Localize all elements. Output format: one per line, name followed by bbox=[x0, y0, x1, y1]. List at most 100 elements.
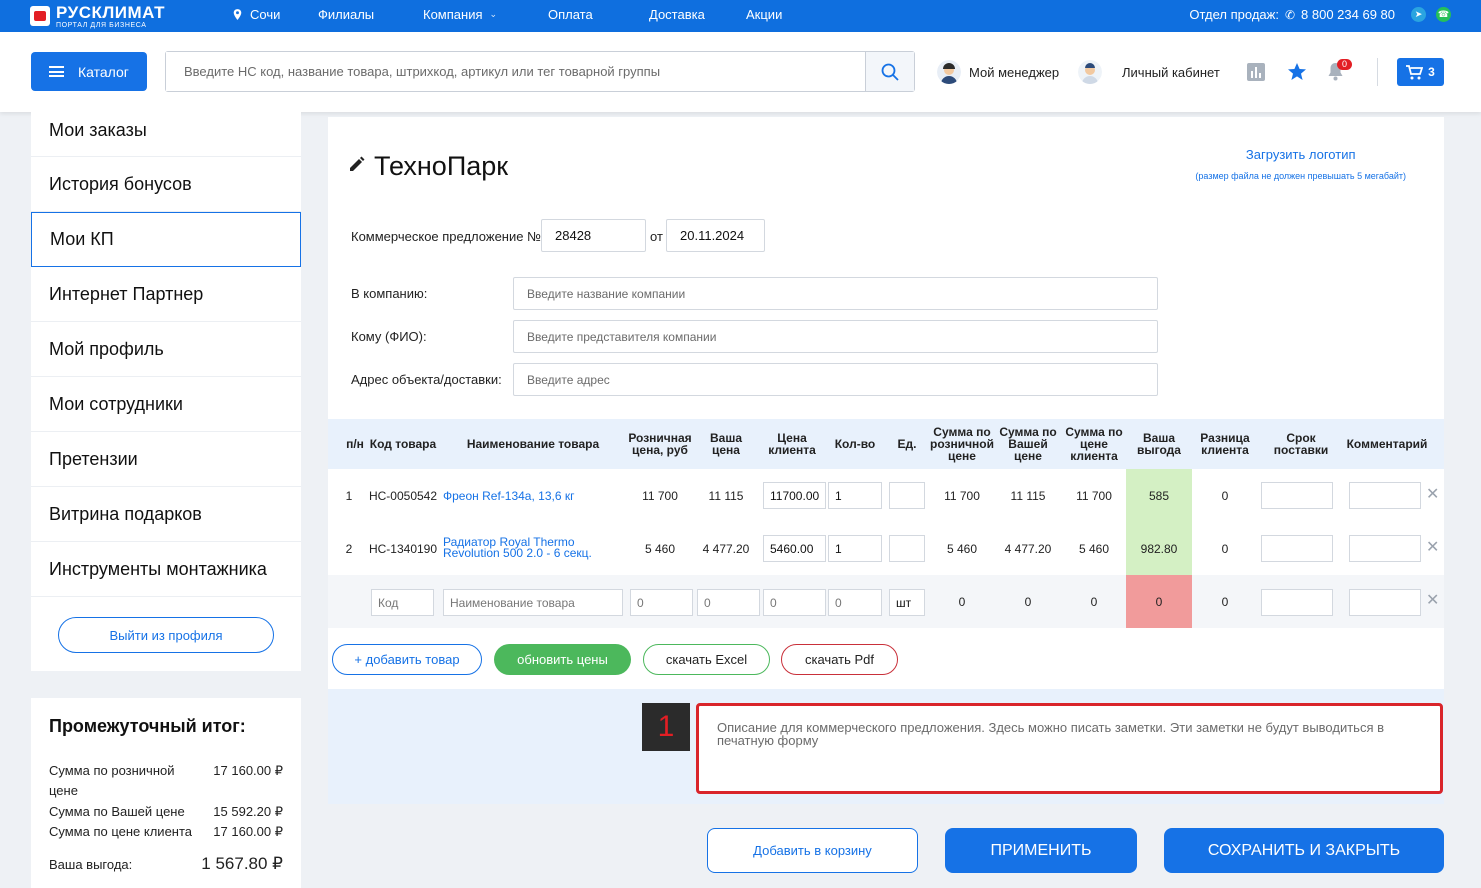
sidebar-item-profile[interactable]: Мой профиль bbox=[31, 322, 301, 377]
update-prices-button[interactable]: обновить цены bbox=[494, 644, 631, 675]
sidebar-item-my-kp[interactable]: Мои КП bbox=[31, 212, 301, 267]
unit-input[interactable] bbox=[889, 535, 925, 562]
search-icon bbox=[881, 63, 899, 81]
sidebar-item-claims[interactable]: Претензии bbox=[31, 432, 301, 487]
quantity-input[interactable]: 1 bbox=[828, 535, 882, 562]
table-row: 1 НС-0050542 Фреон Ref-134a, 13,6 кг 11 … bbox=[328, 469, 1444, 522]
new-your-price-input[interactable]: 0 bbox=[697, 589, 760, 616]
nav-promotions[interactable]: Акции bbox=[746, 7, 782, 22]
telegram-icon[interactable]: ➤ bbox=[1411, 7, 1426, 22]
note-section: 1 Описание для коммерческого предложения… bbox=[328, 689, 1444, 804]
client-price-input[interactable]: 11700.00 bbox=[763, 482, 826, 509]
col-diff: Разница клиента bbox=[1200, 431, 1250, 457]
comment-input[interactable] bbox=[1349, 535, 1421, 562]
unit-input[interactable] bbox=[889, 482, 925, 509]
brand-name: РУСКЛИМАТ bbox=[56, 2, 165, 22]
brand-logo[interactable]: РУСКЛИМАТ ПОРТАЛ ДЛЯ БИЗНЕСА bbox=[30, 3, 165, 29]
remove-row-icon[interactable]: ✕ bbox=[1426, 537, 1439, 557]
offer-date-field[interactable]: 20.11.2024 bbox=[666, 219, 765, 252]
row-product-link[interactable]: Фреон Ref-134a, 13,6 кг bbox=[443, 489, 574, 503]
compare-icon[interactable] bbox=[1247, 63, 1265, 86]
client-sum-value: 17 160.00 ₽ bbox=[213, 824, 283, 839]
my-manager-link[interactable]: Мой менеджер bbox=[937, 60, 1059, 84]
nav-delivery[interactable]: Доставка bbox=[649, 7, 705, 22]
catalog-label: Каталог bbox=[78, 63, 129, 80]
clear-row-icon[interactable]: ✕ bbox=[1426, 590, 1439, 610]
nav-company-label: Компания bbox=[423, 7, 483, 22]
commercial-offer-panel: ТехноПарк Загрузить логотип (размер файл… bbox=[328, 117, 1444, 804]
new-name-input[interactable]: Наименование товара bbox=[443, 589, 623, 616]
nav-payment[interactable]: Оплата bbox=[548, 7, 593, 22]
cart-count: 3 bbox=[1428, 65, 1435, 79]
personal-account-link[interactable]: Личный кабинет bbox=[1078, 60, 1220, 84]
save-and-close-button[interactable]: СОХРАНИТЬ И ЗАКРЫТЬ bbox=[1164, 828, 1444, 873]
row-retail: 5 460 bbox=[644, 542, 676, 556]
search-input[interactable] bbox=[166, 52, 865, 91]
comment-input[interactable] bbox=[1349, 482, 1421, 509]
new-code-input[interactable]: Код bbox=[371, 589, 434, 616]
step-badge: 1 bbox=[642, 703, 690, 751]
account-label: Личный кабинет bbox=[1122, 64, 1220, 80]
offer-number-field[interactable]: 28428 bbox=[541, 219, 646, 252]
new-retail-input[interactable]: 0 bbox=[630, 589, 693, 616]
sidebar-item-gift-showcase[interactable]: Витрина подарков bbox=[31, 487, 301, 542]
sidebar-item-internet-partner[interactable]: Интернет Партнер bbox=[31, 267, 301, 322]
row-retail: 11 700 bbox=[642, 489, 678, 503]
your-sum-value: 15 592.20 ₽ bbox=[213, 804, 283, 819]
favorites-star-icon[interactable] bbox=[1287, 62, 1307, 87]
row-your-price: 4 477.20 bbox=[702, 542, 750, 556]
pencil-icon[interactable] bbox=[348, 155, 366, 173]
account-sidebar: Мои заказы История бонусов Мои КП Интерн… bbox=[31, 112, 301, 671]
search-box bbox=[165, 51, 915, 92]
sidebar-item-orders[interactable]: Мои заказы bbox=[31, 112, 301, 157]
nav-company[interactable]: Компания ⌄ bbox=[423, 7, 497, 22]
new-comment-input[interactable] bbox=[1349, 589, 1421, 616]
add-to-cart-button[interactable]: Добавить в корзину bbox=[707, 828, 918, 873]
new-unit-input[interactable]: шт bbox=[889, 589, 925, 616]
cart-button[interactable]: 3 bbox=[1397, 58, 1444, 86]
delivery-input[interactable] bbox=[1261, 535, 1333, 562]
col-sum-retail: Сумма по розничной цене bbox=[929, 425, 995, 463]
add-product-button[interactable]: + добавить товар bbox=[332, 644, 482, 675]
apply-button[interactable]: ПРИМЕНИТЬ bbox=[945, 828, 1137, 873]
company-label: В компанию: bbox=[351, 286, 428, 301]
client-price-input[interactable]: 5460.00 bbox=[763, 535, 826, 562]
new-quantity-input[interactable]: 0 bbox=[828, 589, 882, 616]
address-input[interactable]: Введите адрес bbox=[513, 363, 1158, 396]
download-pdf-button[interactable]: скачать Pdf bbox=[781, 644, 898, 675]
row-sum-client: 5 460 bbox=[1078, 542, 1110, 556]
sales-phone[interactable]: 8 800 234 69 80 bbox=[1301, 7, 1395, 22]
remove-row-icon[interactable]: ✕ bbox=[1426, 484, 1439, 504]
upload-logo-link[interactable]: Загрузить логотип bbox=[1195, 147, 1406, 162]
search-button[interactable] bbox=[865, 52, 914, 91]
nav-branches[interactable]: Филиалы bbox=[318, 7, 374, 22]
download-excel-button[interactable]: скачать Excel bbox=[643, 644, 770, 675]
whatsapp-icon[interactable]: ☎ bbox=[1436, 7, 1451, 22]
sidebar-item-bonus-history[interactable]: История бонусов bbox=[31, 157, 301, 212]
retail-sum-label: Сумма по розничной bbox=[49, 763, 175, 778]
your-sum-label: Сумма по Вашей цене bbox=[49, 804, 185, 819]
offer-description-textarea[interactable]: Описание для коммерческого предложения. … bbox=[696, 703, 1443, 794]
upload-logo[interactable]: Загрузить логотип (размер файла не долже… bbox=[1195, 147, 1406, 181]
quantity-input[interactable]: 1 bbox=[828, 482, 882, 509]
brand-subtitle: ПОРТАЛ ДЛЯ БИЗНЕСА bbox=[56, 21, 147, 29]
delivery-input[interactable] bbox=[1261, 482, 1333, 509]
row-product-link[interactable]: Радиатор Royal Thermo Revolution 500 2.0 … bbox=[443, 536, 592, 559]
city-selector[interactable]: Сочи bbox=[233, 7, 280, 22]
new-client-price-input[interactable]: 0 bbox=[763, 589, 826, 616]
catalog-button[interactable]: Каталог bbox=[31, 52, 147, 91]
row-benefit: 982.80 bbox=[1126, 522, 1192, 575]
row-code: НС-0050542 bbox=[368, 489, 438, 503]
new-delivery-input[interactable] bbox=[1261, 589, 1333, 616]
notifications-bell-icon[interactable]: 0 bbox=[1327, 59, 1353, 86]
company-input[interactable]: Введите название компании bbox=[513, 277, 1158, 310]
logout-button[interactable]: Выйти из профиля bbox=[58, 617, 274, 653]
address-label: Адрес объекта/доставки: bbox=[351, 372, 502, 387]
sidebar-item-installer-tools[interactable]: Инструменты монтажника bbox=[31, 542, 301, 597]
sidebar-item-employees[interactable]: Мои сотрудники bbox=[31, 377, 301, 432]
offer-title-text[interactable]: ТехноПарк bbox=[374, 151, 508, 182]
recipient-input[interactable]: Введите представителя компании bbox=[513, 320, 1158, 353]
col-name: Наименование товара bbox=[466, 437, 600, 451]
row-sum-your: 11 115 bbox=[1010, 489, 1046, 503]
manager-avatar-icon bbox=[937, 60, 961, 84]
